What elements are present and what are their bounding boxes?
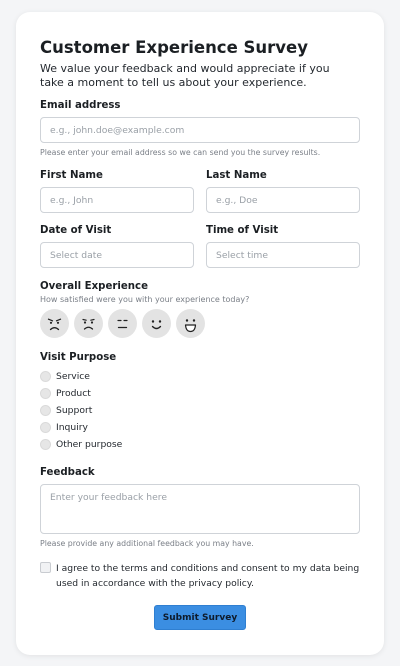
date-of-visit-label: Date of Visit	[40, 225, 112, 236]
neutral-face-icon[interactable]	[108, 309, 137, 338]
email-field[interactable]	[40, 117, 360, 143]
radio-other-purpose[interactable]: Other purpose	[40, 437, 122, 451]
radio-label: Service	[56, 370, 90, 382]
radio-circle[interactable]	[40, 404, 51, 416]
experience-question: How satisfied were you with your experie…	[40, 295, 250, 304]
radio-label: Product	[56, 387, 91, 399]
email-label: Email address	[40, 100, 121, 111]
feedback-textarea[interactable]	[40, 484, 360, 534]
radio-inquiry[interactable]: Inquiry	[40, 420, 88, 434]
grinning-face-icon[interactable]	[176, 309, 205, 338]
email-hint: Please enter your email address so we ca…	[40, 148, 321, 157]
consent-text: I agree to the terms and conditions and …	[56, 563, 360, 589]
time-of-visit-field[interactable]	[206, 242, 360, 268]
experience-label: Overall Experience	[40, 281, 148, 292]
radio-circle[interactable]	[40, 421, 51, 433]
last-name-field[interactable]	[206, 187, 360, 213]
date-of-visit-field[interactable]	[40, 242, 194, 268]
consent-checkbox[interactable]	[40, 562, 51, 573]
form-title: Customer Experience Survey	[40, 38, 308, 57]
time-of-visit-label: Time of Visit	[206, 225, 279, 236]
form-intro: We value your feedback and would appreci…	[40, 62, 330, 89]
smiling-face-icon[interactable]	[142, 309, 171, 338]
radio-circle[interactable]	[40, 438, 51, 450]
radio-support[interactable]: Support	[40, 403, 92, 417]
visit-purpose-label: Visit Purpose	[40, 352, 117, 363]
radio-label: Inquiry	[56, 421, 88, 433]
feedback-label: Feedback	[40, 467, 95, 478]
radio-service[interactable]: Service	[40, 369, 90, 383]
frowning-face-icon[interactable]	[74, 309, 103, 338]
submit-survey-button[interactable]: Submit Survey	[154, 605, 246, 630]
radio-circle[interactable]	[40, 387, 51, 399]
first-name-field[interactable]	[40, 187, 194, 213]
survey-card: Customer Experience Survey We value your…	[16, 12, 384, 655]
last-name-label: Last Name	[206, 170, 267, 181]
radio-label: Support	[56, 404, 93, 416]
first-name-label: First Name	[40, 170, 103, 181]
feedback-hint: Please provide any additional feedback y…	[40, 539, 254, 548]
angry-face-icon[interactable]	[40, 309, 69, 338]
radio-product[interactable]: Product	[40, 386, 91, 400]
radio-circle[interactable]	[40, 370, 51, 382]
radio-label: Other purpose	[56, 438, 123, 450]
